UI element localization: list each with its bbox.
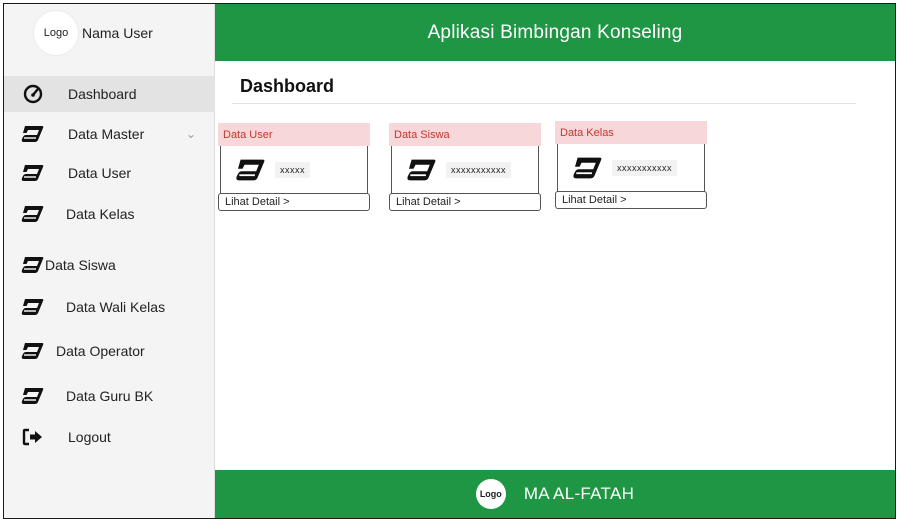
sidebar-item-label: Data Siswa bbox=[45, 257, 116, 273]
card-value: xxxxxxxxxxx bbox=[612, 159, 677, 176]
app-window: Logo Nama User Dashboard Data Master ⌄ D… bbox=[3, 3, 896, 519]
book-icon bbox=[20, 162, 46, 184]
user-profile[interactable]: Logo Nama User bbox=[4, 4, 215, 61]
footer: Logo MA AL-FATAH bbox=[215, 470, 895, 518]
card-value: xxxxxxxxxxx bbox=[446, 161, 511, 178]
sidebar: Logo Nama User Dashboard Data Master ⌄ D… bbox=[4, 4, 215, 518]
sidebar-item-data-master[interactable]: Data Master ⌄ bbox=[4, 116, 215, 152]
sidebar-item-label: Logout bbox=[68, 429, 111, 445]
dashboard-gauge-icon bbox=[20, 83, 46, 105]
app-title: Aplikasi Bimbingan Konseling bbox=[427, 21, 683, 43]
card-data-user: Data User xxxxx Lihat Detail > bbox=[218, 123, 370, 211]
sidebar-item-label: Data User bbox=[68, 165, 132, 181]
sidebar-item-data-siswa[interactable]: Data Siswa bbox=[4, 247, 215, 283]
user-name: Nama User bbox=[82, 24, 153, 41]
card-value: xxxxx bbox=[275, 161, 310, 178]
sidebar-item-label: Data Wali Kelas bbox=[66, 299, 166, 315]
sidebar-item-data-guru-bk[interactable]: Data Guru BK bbox=[4, 378, 215, 414]
card-title: Data User bbox=[218, 123, 370, 146]
page-title: Dashboard bbox=[240, 76, 335, 96]
sidebar-item-data-wali-kelas[interactable]: Data Wali Kelas bbox=[4, 289, 215, 325]
title-divider bbox=[232, 103, 856, 104]
lihat-detail-button[interactable]: Lihat Detail > bbox=[555, 191, 707, 209]
sidebar-item-logout[interactable]: Logout bbox=[4, 419, 215, 455]
card-data-siswa: Data Siswa xxxxxxxxxxx Lihat Detail > bbox=[389, 123, 541, 211]
sidebar-item-label: Data Guru BK bbox=[66, 388, 154, 404]
sidebar-item-label: Dashboard bbox=[68, 86, 137, 102]
book-icon bbox=[20, 296, 46, 318]
lihat-detail-button[interactable]: Lihat Detail > bbox=[389, 193, 541, 211]
book-icon bbox=[20, 254, 46, 276]
sidebar-item-label: Data Master bbox=[68, 126, 145, 142]
sidebar-item-label: Data Operator bbox=[56, 343, 145, 359]
book-icon bbox=[20, 385, 46, 407]
book-icon bbox=[20, 203, 46, 225]
sidebar-item-dashboard[interactable]: Dashboard bbox=[4, 76, 215, 112]
card-body: xxxxxxxxxxx bbox=[557, 144, 705, 192]
sidebar-item-data-operator[interactable]: Data Operator bbox=[4, 333, 215, 369]
book-icon bbox=[231, 157, 271, 183]
logout-icon bbox=[20, 426, 46, 448]
book-icon bbox=[20, 340, 46, 362]
lihat-detail-button[interactable]: Lihat Detail > bbox=[218, 193, 370, 211]
card-body: xxxxx bbox=[220, 146, 368, 194]
sidebar-item-label: Data Kelas bbox=[66, 206, 135, 222]
card-title: Data Kelas bbox=[555, 121, 707, 144]
school-name: MA AL-FATAH bbox=[523, 484, 635, 503]
sidebar-item-data-kelas[interactable]: Data Kelas bbox=[4, 196, 215, 232]
card-body: xxxxxxxxxxx bbox=[391, 146, 539, 194]
book-icon bbox=[402, 157, 442, 183]
chevron-down-icon[interactable]: ⌄ bbox=[186, 127, 196, 141]
card-data-kelas: Data Kelas xxxxxxxxxxx Lihat Detail > bbox=[555, 121, 707, 209]
school-logo: Logo bbox=[475, 479, 506, 509]
user-logo: Logo bbox=[34, 10, 78, 55]
book-icon bbox=[20, 123, 46, 145]
card-title: Data Siswa bbox=[389, 123, 541, 146]
book-icon bbox=[568, 155, 608, 181]
top-header: Aplikasi Bimbingan Konseling bbox=[215, 4, 895, 61]
sidebar-item-data-user[interactable]: Data User bbox=[4, 155, 215, 191]
